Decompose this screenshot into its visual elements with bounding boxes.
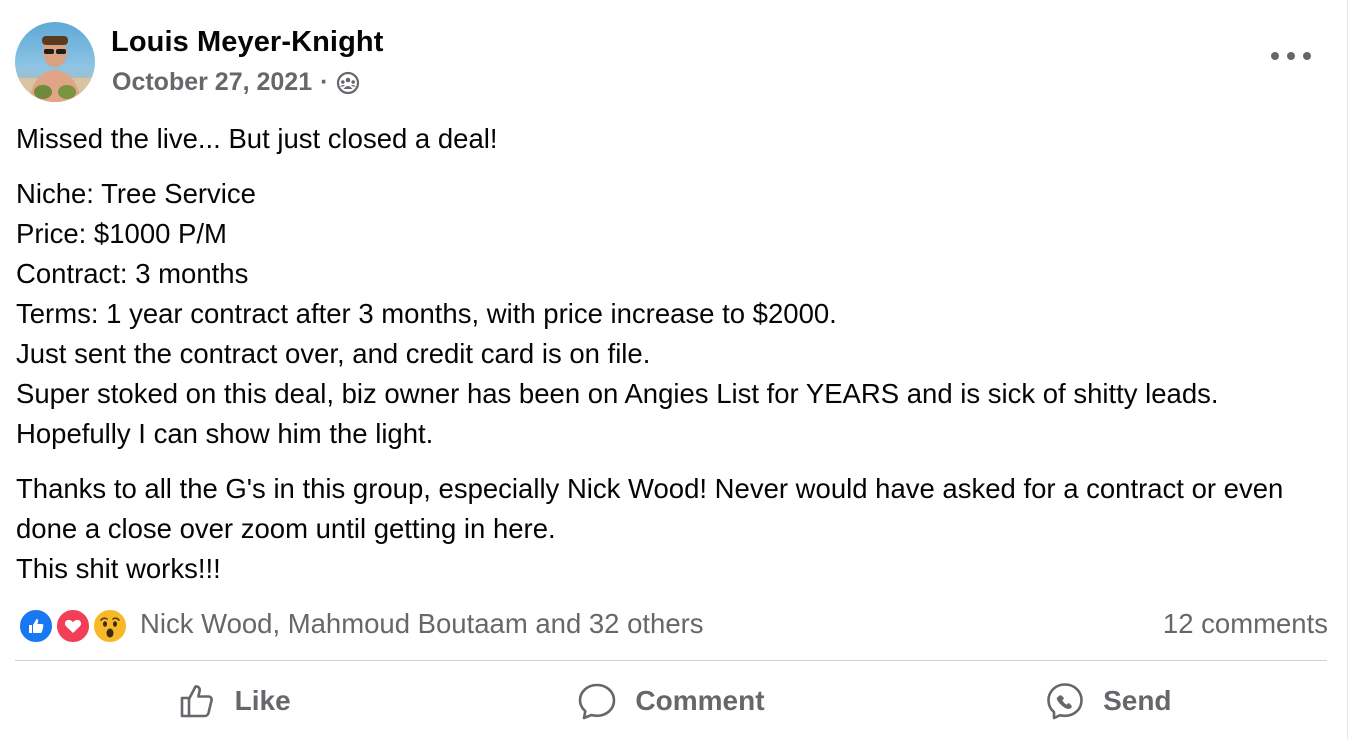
post-header: Louis Meyer-Knight October 27, 2021 ·	[15, 20, 1335, 104]
send-button[interactable]: Send	[890, 666, 1327, 736]
meta-separator: ·	[320, 68, 329, 96]
post-paragraph: Thanks to all the G's in this group, esp…	[16, 469, 1336, 589]
comment-bubble-icon	[579, 683, 616, 720]
author-avatar[interactable]	[15, 22, 95, 102]
post-line: Thanks to all the G's in this group, esp…	[16, 473, 1284, 544]
reactions-summary: Nick Wood, Mahmoud Boutaam and 32 others…	[18, 604, 1328, 648]
love-reaction-icon	[55, 608, 91, 644]
post-date[interactable]: October 27, 2021	[112, 68, 312, 97]
like-button[interactable]: Like	[15, 666, 452, 736]
messenger-send-icon	[1047, 683, 1083, 720]
like-reaction-icon	[18, 608, 54, 644]
post-card: Louis Meyer-Knight October 27, 2021 · Mi…	[0, 0, 1348, 739]
like-label: Like	[234, 685, 291, 716]
post-line: Niche: Tree Service	[16, 178, 256, 209]
post-paragraph: Niche: Tree Service Price: $1000 P/M Con…	[16, 174, 1336, 454]
thumbs-up-icon	[180, 685, 213, 718]
more-dot-icon	[1287, 52, 1295, 60]
comment-button[interactable]: Comment	[452, 666, 889, 736]
author-name[interactable]: Louis Meyer-Knight	[111, 26, 383, 59]
actions-divider	[15, 660, 1327, 661]
more-dot-icon	[1271, 52, 1279, 60]
reaction-names[interactable]: Nick Wood, Mahmoud Boutaam and 32 others	[140, 608, 704, 640]
post-paragraph: Missed the live... But just closed a dea…	[16, 119, 1336, 159]
wow-reaction-icon	[92, 608, 128, 644]
comment-label: Comment	[635, 685, 765, 716]
post-meta: October 27, 2021 ·	[112, 68, 360, 97]
post-body: Missed the live... But just closed a dea…	[16, 119, 1336, 604]
comments-count[interactable]: 12 comments	[1163, 608, 1328, 640]
post-line: Contract: 3 months	[16, 258, 249, 289]
reaction-icons[interactable]	[18, 608, 136, 644]
post-line: Price: $1000 P/M	[16, 218, 227, 249]
group-audience-icon[interactable]	[336, 71, 360, 95]
send-label: Send	[1103, 685, 1172, 716]
post-line: This shit works!!!	[16, 553, 221, 584]
post-line: Super stoked on this deal, biz owner has…	[16, 378, 1219, 449]
post-line: Terms: 1 year contract after 3 months, w…	[16, 298, 837, 329]
more-dot-icon	[1303, 52, 1311, 60]
post-line: Missed the live... But just closed a dea…	[16, 123, 498, 154]
more-options-button[interactable]	[1271, 44, 1311, 68]
post-actions: Like Comment Send	[15, 666, 1327, 736]
post-line: Just sent the contract over, and credit …	[16, 338, 651, 369]
